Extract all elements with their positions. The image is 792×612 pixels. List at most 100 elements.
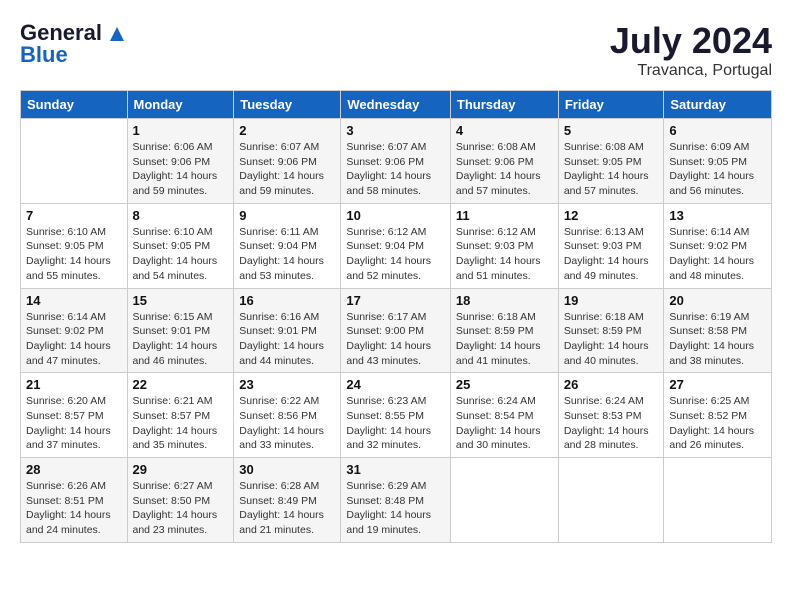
day-info: Sunrise: 6:14 AMSunset: 9:02 PMDaylight:… xyxy=(26,310,122,369)
day-cell: 20 Sunrise: 6:19 AMSunset: 8:58 PMDayligh… xyxy=(664,288,772,373)
day-cell: 7 Sunrise: 6:10 AMSunset: 9:05 PMDaylight… xyxy=(21,203,128,288)
day-cell: 19 Sunrise: 6:18 AMSunset: 8:59 PMDayligh… xyxy=(558,288,664,373)
day-cell xyxy=(558,458,664,543)
day-info: Sunrise: 6:07 AMSunset: 9:06 PMDaylight:… xyxy=(346,140,445,199)
day-info: Sunrise: 6:23 AMSunset: 8:55 PMDaylight:… xyxy=(346,394,445,453)
day-info: Sunrise: 6:24 AMSunset: 8:53 PMDaylight:… xyxy=(564,394,659,453)
header-day-tuesday: Tuesday xyxy=(234,91,341,119)
header-day-monday: Monday xyxy=(127,91,234,119)
day-info: Sunrise: 6:08 AMSunset: 9:06 PMDaylight:… xyxy=(456,140,553,199)
header-day-friday: Friday xyxy=(558,91,664,119)
day-cell: 3Sunrise: 6:07 AMSunset: 9:06 PMDaylight… xyxy=(341,119,451,204)
day-number: 24 xyxy=(346,377,445,392)
day-cell: 8Sunrise: 6:10 AMSunset: 9:05 PMDaylight… xyxy=(127,203,234,288)
day-info: Sunrise: 6:16 AMSunset: 9:01 PMDaylight:… xyxy=(239,310,335,369)
day-cell: 25Sunrise: 6:24 AMSunset: 8:54 PMDayligh… xyxy=(450,373,558,458)
week-row-3: 14Sunrise: 6:14 AMSunset: 9:02 PMDayligh… xyxy=(21,288,772,373)
day-number: 31 xyxy=(346,462,445,477)
day-number: 27 xyxy=(669,377,766,392)
day-cell: 30Sunrise: 6:28 AMSunset: 8:49 PMDayligh… xyxy=(234,458,341,543)
day-cell: 4 Sunrise: 6:08 AMSunset: 9:06 PMDaylight… xyxy=(450,119,558,204)
day-cell: 29Sunrise: 6:27 AMSunset: 8:50 PMDayligh… xyxy=(127,458,234,543)
logo-blue: Blue xyxy=(20,42,68,68)
title-area: July 2024 Travanca, Portugal xyxy=(610,20,772,80)
day-cell: 22 Sunrise: 6:21 AMSunset: 8:57 PMDayligh… xyxy=(127,373,234,458)
week-row-5: 28 Sunrise: 6:26 AMSunset: 8:51 PMDayligh… xyxy=(21,458,772,543)
day-number: 22 xyxy=(133,377,229,392)
day-number: 21 xyxy=(26,377,122,392)
day-info: Sunrise: 6:10 AMSunset: 9:05 PMDaylight:… xyxy=(26,225,122,284)
day-info: Sunrise: 6:14 AMSunset: 9:02 PMDaylight:… xyxy=(669,225,766,284)
header-day-sunday: Sunday xyxy=(21,91,128,119)
day-cell: 1 Sunrise: 6:06 AMSunset: 9:06 PMDaylight… xyxy=(127,119,234,204)
week-row-4: 21 Sunrise: 6:20 AMSunset: 8:57 PMDayligh… xyxy=(21,373,772,458)
day-info: Sunrise: 6:25 AMSunset: 8:52 PMDaylight:… xyxy=(669,394,766,453)
month-title: July 2024 xyxy=(610,20,772,62)
day-info: Sunrise: 6:12 AMSunset: 9:03 PMDaylight:… xyxy=(456,225,553,284)
day-number: 19 xyxy=(564,293,659,308)
day-number: 10 xyxy=(346,208,445,223)
day-cell: 16 Sunrise: 6:16 AMSunset: 9:01 PMDayligh… xyxy=(234,288,341,373)
day-info: Sunrise: 6:20 AMSunset: 8:57 PMDaylight:… xyxy=(26,394,122,453)
header-day-thursday: Thursday xyxy=(450,91,558,119)
day-info: Sunrise: 6:28 AMSunset: 8:49 PMDaylight:… xyxy=(239,479,335,538)
day-info: Sunrise: 6:18 AMSunset: 8:59 PMDaylight:… xyxy=(564,310,659,369)
day-cell: 5 Sunrise: 6:08 AMSunset: 9:05 PMDaylight… xyxy=(558,119,664,204)
header-day-wednesday: Wednesday xyxy=(341,91,451,119)
day-number: 9 xyxy=(239,208,335,223)
day-info: Sunrise: 6:07 AMSunset: 9:06 PMDaylight:… xyxy=(239,140,335,199)
day-cell: 12Sunrise: 6:13 AMSunset: 9:03 PMDayligh… xyxy=(558,203,664,288)
day-info: Sunrise: 6:21 AMSunset: 8:57 PMDaylight:… xyxy=(133,394,229,453)
day-info: Sunrise: 6:22 AMSunset: 8:56 PMDaylight:… xyxy=(239,394,335,453)
day-info: Sunrise: 6:13 AMSunset: 9:03 PMDaylight:… xyxy=(564,225,659,284)
day-number: 20 xyxy=(669,293,766,308)
day-info: Sunrise: 6:09 AMSunset: 9:05 PMDaylight:… xyxy=(669,140,766,199)
day-cell xyxy=(21,119,128,204)
day-cell: 26Sunrise: 6:24 AMSunset: 8:53 PMDayligh… xyxy=(558,373,664,458)
day-cell: 10 Sunrise: 6:12 AMSunset: 9:04 PMDayligh… xyxy=(341,203,451,288)
day-number: 16 xyxy=(239,293,335,308)
day-cell: 13Sunrise: 6:14 AMSunset: 9:02 PMDayligh… xyxy=(664,203,772,288)
day-info: Sunrise: 6:19 AMSunset: 8:58 PMDaylight:… xyxy=(669,310,766,369)
day-cell: 14Sunrise: 6:14 AMSunset: 9:02 PMDayligh… xyxy=(21,288,128,373)
day-info: Sunrise: 6:12 AMSunset: 9:04 PMDaylight:… xyxy=(346,225,445,284)
day-number: 4 xyxy=(456,123,553,138)
day-number: 5 xyxy=(564,123,659,138)
day-info: Sunrise: 6:15 AMSunset: 9:01 PMDaylight:… xyxy=(133,310,229,369)
logo: General Blue xyxy=(20,20,124,68)
day-info: Sunrise: 6:06 AMSunset: 9:06 PMDaylight:… xyxy=(133,140,229,199)
day-info: Sunrise: 6:26 AMSunset: 8:51 PMDaylight:… xyxy=(26,479,122,538)
day-number: 28 xyxy=(26,462,122,477)
day-number: 25 xyxy=(456,377,553,392)
day-number: 7 xyxy=(26,208,122,223)
day-info: Sunrise: 6:08 AMSunset: 9:05 PMDaylight:… xyxy=(564,140,659,199)
day-info: Sunrise: 6:18 AMSunset: 8:59 PMDaylight:… xyxy=(456,310,553,369)
day-number: 23 xyxy=(239,377,335,392)
day-number: 2 xyxy=(239,123,335,138)
day-number: 17 xyxy=(346,293,445,308)
day-cell xyxy=(664,458,772,543)
week-row-1: 1 Sunrise: 6:06 AMSunset: 9:06 PMDaylight… xyxy=(21,119,772,204)
day-number: 1 xyxy=(133,123,229,138)
day-cell: 9Sunrise: 6:11 AMSunset: 9:04 PMDaylight… xyxy=(234,203,341,288)
day-cell: 11 Sunrise: 6:12 AMSunset: 9:03 PMDayligh… xyxy=(450,203,558,288)
day-info: Sunrise: 6:27 AMSunset: 8:50 PMDaylight:… xyxy=(133,479,229,538)
day-cell: 31 Sunrise: 6:29 AMSunset: 8:48 PMDayligh… xyxy=(341,458,451,543)
day-cell: 17 Sunrise: 6:17 AMSunset: 9:00 PMDayligh… xyxy=(341,288,451,373)
day-cell: 15Sunrise: 6:15 AMSunset: 9:01 PMDayligh… xyxy=(127,288,234,373)
location-title: Travanca, Portugal xyxy=(610,62,772,80)
header-row: SundayMondayTuesdayWednesdayThursdayFrid… xyxy=(21,91,772,119)
day-cell xyxy=(450,458,558,543)
day-cell: 2 Sunrise: 6:07 AMSunset: 9:06 PMDaylight… xyxy=(234,119,341,204)
day-cell: 28 Sunrise: 6:26 AMSunset: 8:51 PMDayligh… xyxy=(21,458,128,543)
day-cell: 23 Sunrise: 6:22 AMSunset: 8:56 PMDayligh… xyxy=(234,373,341,458)
day-cell: 27 Sunrise: 6:25 AMSunset: 8:52 PMDayligh… xyxy=(664,373,772,458)
day-number: 8 xyxy=(133,208,229,223)
day-cell: 24 Sunrise: 6:23 AMSunset: 8:55 PMDayligh… xyxy=(341,373,451,458)
week-row-2: 7 Sunrise: 6:10 AMSunset: 9:05 PMDaylight… xyxy=(21,203,772,288)
day-cell: 18Sunrise: 6:18 AMSunset: 8:59 PMDayligh… xyxy=(450,288,558,373)
day-info: Sunrise: 6:29 AMSunset: 8:48 PMDaylight:… xyxy=(346,479,445,538)
day-number: 11 xyxy=(456,208,553,223)
day-info: Sunrise: 6:17 AMSunset: 9:00 PMDaylight:… xyxy=(346,310,445,369)
header: General Blue July 2024 Travanca, Portuga… xyxy=(20,20,772,80)
